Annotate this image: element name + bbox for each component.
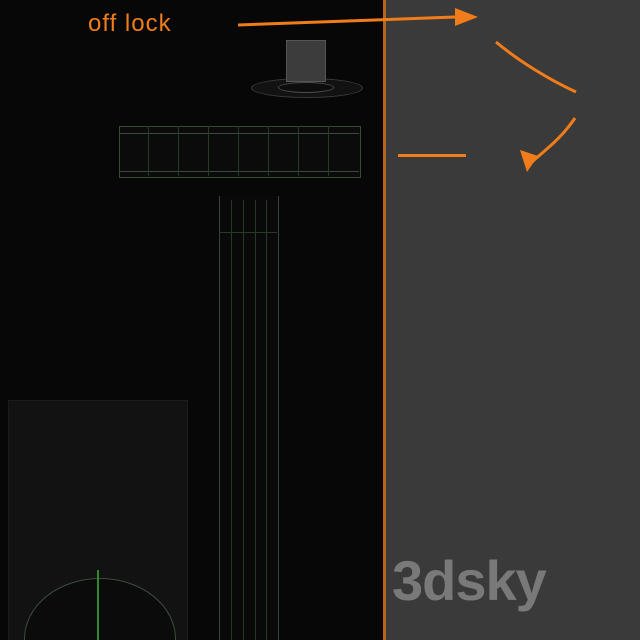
watermark: 3dsky — [392, 549, 547, 612]
beam-edge — [328, 126, 329, 176]
panel-highlight-edge — [383, 0, 386, 640]
beam-edge — [298, 126, 299, 176]
beam-edge — [268, 126, 269, 176]
lamp-inner-ellipse — [278, 82, 334, 93]
beam-edge — [148, 126, 149, 176]
beam-edge — [178, 126, 179, 176]
app-root: Plafond_Spot_Mayton_Elti_C020 Pivot IK L… — [0, 0, 640, 640]
lamp-body-box — [286, 40, 326, 82]
column-geometry — [219, 196, 279, 640]
viewport-3d-scene[interactable] — [0, 0, 383, 640]
annotation-label: off lock — [88, 10, 172, 37]
column-edge — [243, 200, 244, 640]
column-edge — [219, 232, 277, 233]
beam-geometry-inner — [119, 133, 359, 172]
column-edge — [255, 200, 256, 640]
axis-gizmo-green — [97, 570, 99, 640]
beam-edge — [238, 126, 239, 176]
beam-edge — [208, 126, 209, 176]
column-edge — [231, 200, 232, 640]
column-edge — [266, 200, 267, 640]
annotation-underline-locks — [398, 154, 466, 157]
command-panel: Plafond_Spot_Mayton_Elti_C020 Pivot IK L… — [383, 0, 640, 640]
